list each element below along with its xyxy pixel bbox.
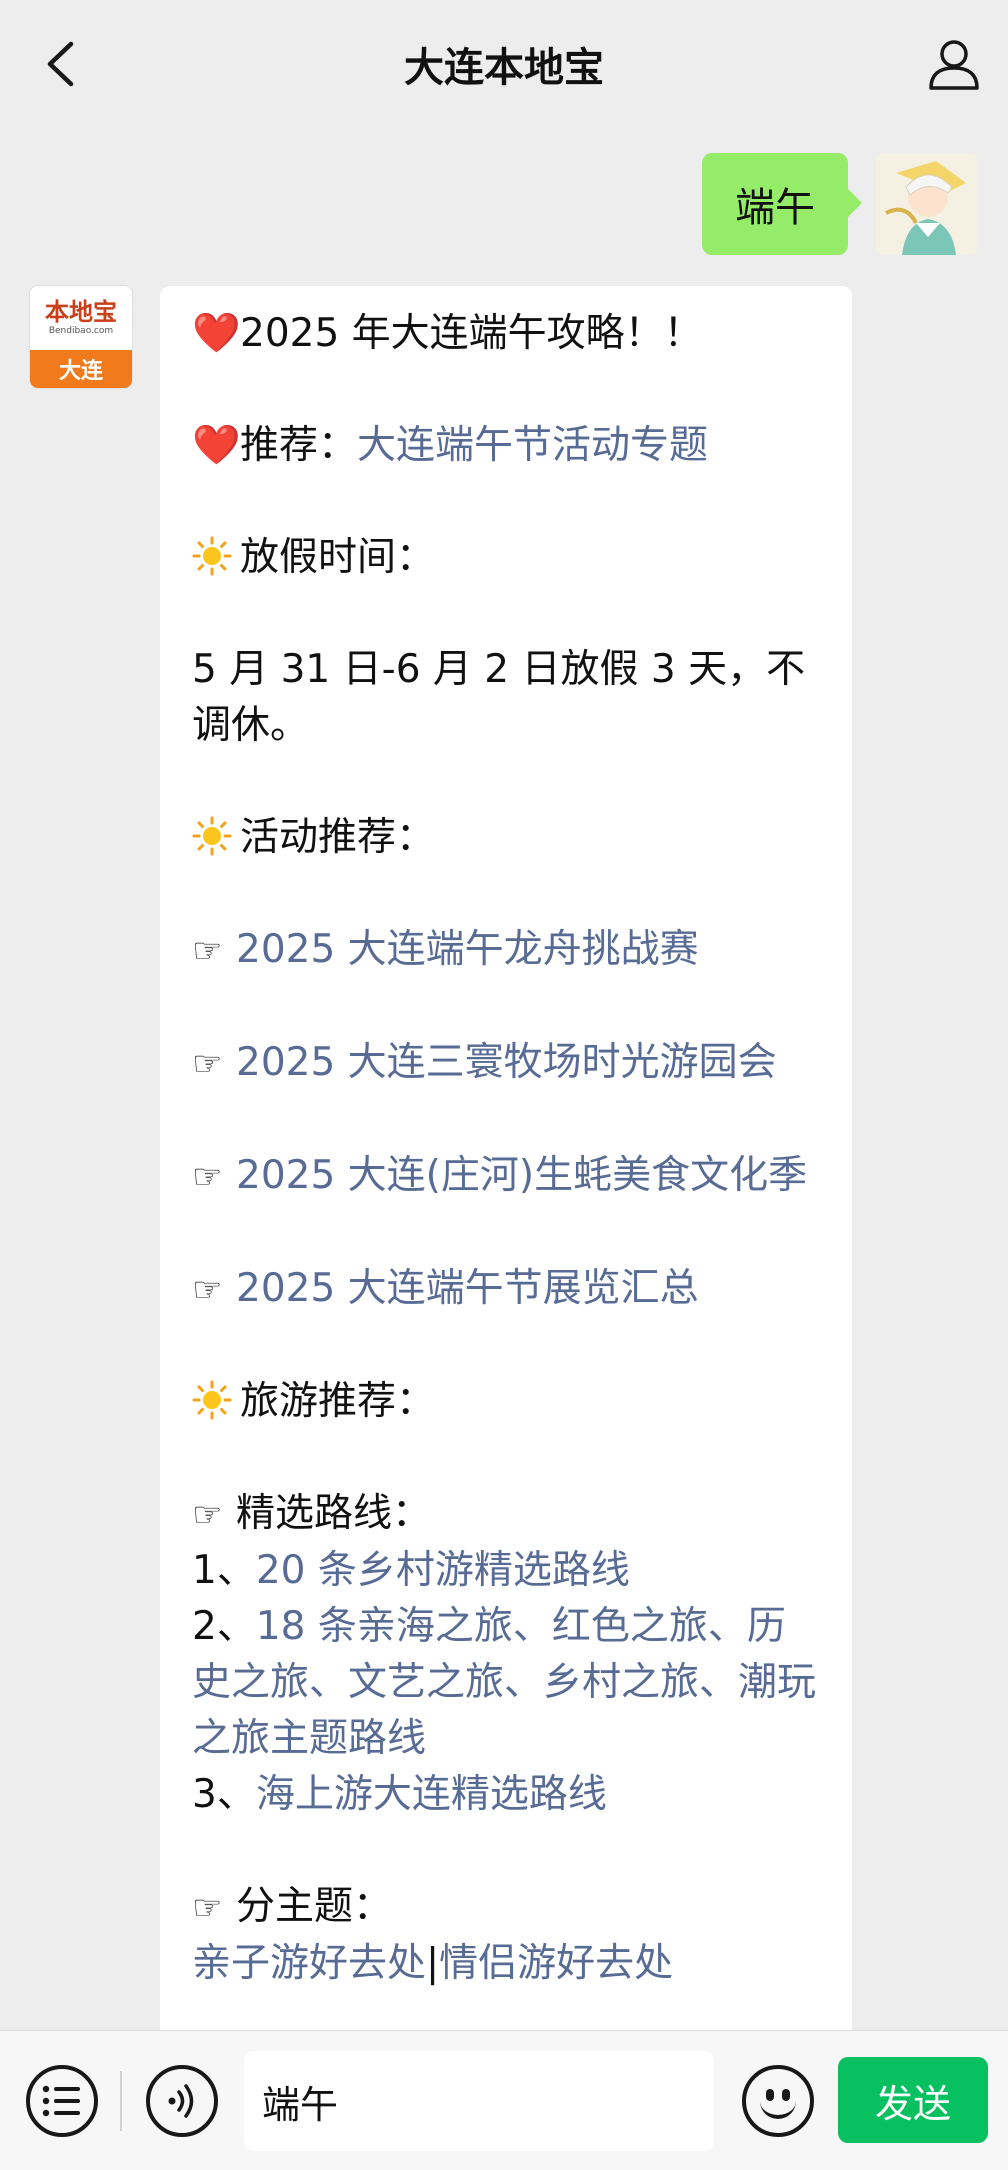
travel-heading: 旅游推荐：: [192, 1374, 822, 1430]
subtopic-links: 亲子游好去处|情侣游好去处: [192, 1936, 822, 1992]
emoji-button[interactable]: [742, 2065, 814, 2137]
holiday-text: 5 月 31 日-6 月 2 日放假 3 天，不调休。: [192, 647, 806, 748]
activity-item: ☞ 2025 大连三寰牧场时光游园会: [192, 1035, 822, 1092]
chat-title: 大连本地宝: [404, 45, 604, 91]
route-item: 3、海上游大连精选路线: [192, 1772, 607, 1817]
pointing-hand-icon: ☞: [192, 931, 223, 971]
pointing-hand-icon: ☞: [192, 1270, 223, 1310]
user-message-bubble[interactable]: 端午: [702, 153, 862, 255]
activity-link[interactable]: 2025 大连(庄河)生蚝美食文化季: [236, 1153, 807, 1198]
subtopic-separator: |: [426, 1941, 440, 1986]
input-bar: 发送: [0, 2030, 1008, 2170]
subtopic-block: ☞ 分主题： 亲子游好去处|情侣游好去处: [192, 1879, 822, 1992]
sun-icon: [192, 1380, 232, 1420]
subtopic-link[interactable]: 亲子游好去处: [192, 1941, 426, 1986]
back-button[interactable]: [30, 34, 90, 94]
route-item: 2、18 条亲海之旅、红色之旅、历史之旅、文艺之旅、乡村之旅、潮玩之旅主题路线: [192, 1604, 817, 1761]
message-input[interactable]: [244, 2051, 714, 2151]
chat-header: 大连本地宝: [0, 0, 1008, 128]
sun-icon: [192, 536, 232, 576]
user-message-text: 端午: [735, 185, 815, 231]
subtopic-label-line: ☞ 分主题：: [192, 1879, 822, 1936]
voice-button[interactable]: [146, 2065, 218, 2137]
activities-heading: 活动推荐：: [192, 810, 822, 866]
activity-item: ☞ 2025 大连端午龙舟挑战赛: [192, 922, 822, 979]
list-menu-icon: [42, 2085, 80, 2117]
avatar-logo: 本地宝 Bendibao.com: [30, 286, 132, 350]
message-title: ❤️2025 年大连端午攻略！！: [192, 306, 822, 362]
bot-message-bubble: ❤️2025 年大连端午攻略！！ ❤️推荐：大连端午节活动专题 放假时间： 5 …: [160, 286, 852, 2046]
activity-link[interactable]: 2025 大连端午节展览汇总: [236, 1266, 699, 1311]
route-link[interactable]: 海上游大连精选路线: [256, 1772, 607, 1817]
voice-icon: [168, 2084, 194, 2118]
activity-link[interactable]: 2025 大连三寰牧场时光游园会: [236, 1040, 777, 1085]
person-icon: [929, 40, 979, 90]
send-button[interactable]: 发送: [838, 2057, 988, 2143]
menu-button[interactable]: [26, 2065, 98, 2137]
holiday-heading: 放假时间：: [192, 530, 822, 586]
avatar-city: 大连: [30, 350, 132, 388]
heart-icon: ❤️: [192, 423, 241, 468]
logo-url: Bendibao.com: [48, 326, 114, 336]
user-avatar-image: [876, 153, 978, 255]
sun-icon: [192, 816, 232, 856]
pointing-hand-icon: ☞: [192, 1888, 223, 1928]
activity-item: ☞ 2025 大连(庄河)生蚝美食文化季: [192, 1148, 822, 1205]
activity-link[interactable]: 2025 大连端午龙舟挑战赛: [236, 927, 699, 972]
user-avatar[interactable]: [876, 153, 978, 255]
official-account-avatar[interactable]: 本地宝 Bendibao.com 大连: [30, 286, 132, 388]
profile-button[interactable]: [922, 32, 986, 96]
activity-item: ☞ 2025 大连端午节展览汇总: [192, 1261, 822, 1318]
pointing-hand-icon: ☞: [192, 1495, 223, 1535]
subtopic-link[interactable]: 情侣游好去处: [439, 1941, 673, 1986]
routes-block: ☞ 精选路线： 1、20 条乡村游精选路线 2、18 条亲海之旅、红色之旅、历史之…: [192, 1486, 822, 1823]
route-link[interactable]: 20 条乡村游精选路线: [256, 1548, 630, 1593]
heart-icon: ❤️: [192, 311, 241, 356]
recommend-link[interactable]: 大连端午节活动专题: [357, 423, 708, 468]
pointing-hand-icon: ☞: [192, 1044, 223, 1084]
input-divider: [120, 2071, 122, 2131]
route-item: 1、20 条乡村游精选路线: [192, 1548, 630, 1593]
route-link[interactable]: 18 条亲海之旅、红色之旅、历史之旅、文艺之旅、乡村之旅、潮玩之旅主题路线: [192, 1604, 816, 1761]
pointing-hand-icon: ☞: [192, 1157, 223, 1197]
routes-label-line: ☞ 精选路线：: [192, 1486, 822, 1543]
chevron-left-icon: [47, 41, 74, 87]
logo-text: 本地宝: [45, 298, 117, 326]
recommend-line: ❤️推荐：大连端午节活动专题: [192, 418, 822, 474]
